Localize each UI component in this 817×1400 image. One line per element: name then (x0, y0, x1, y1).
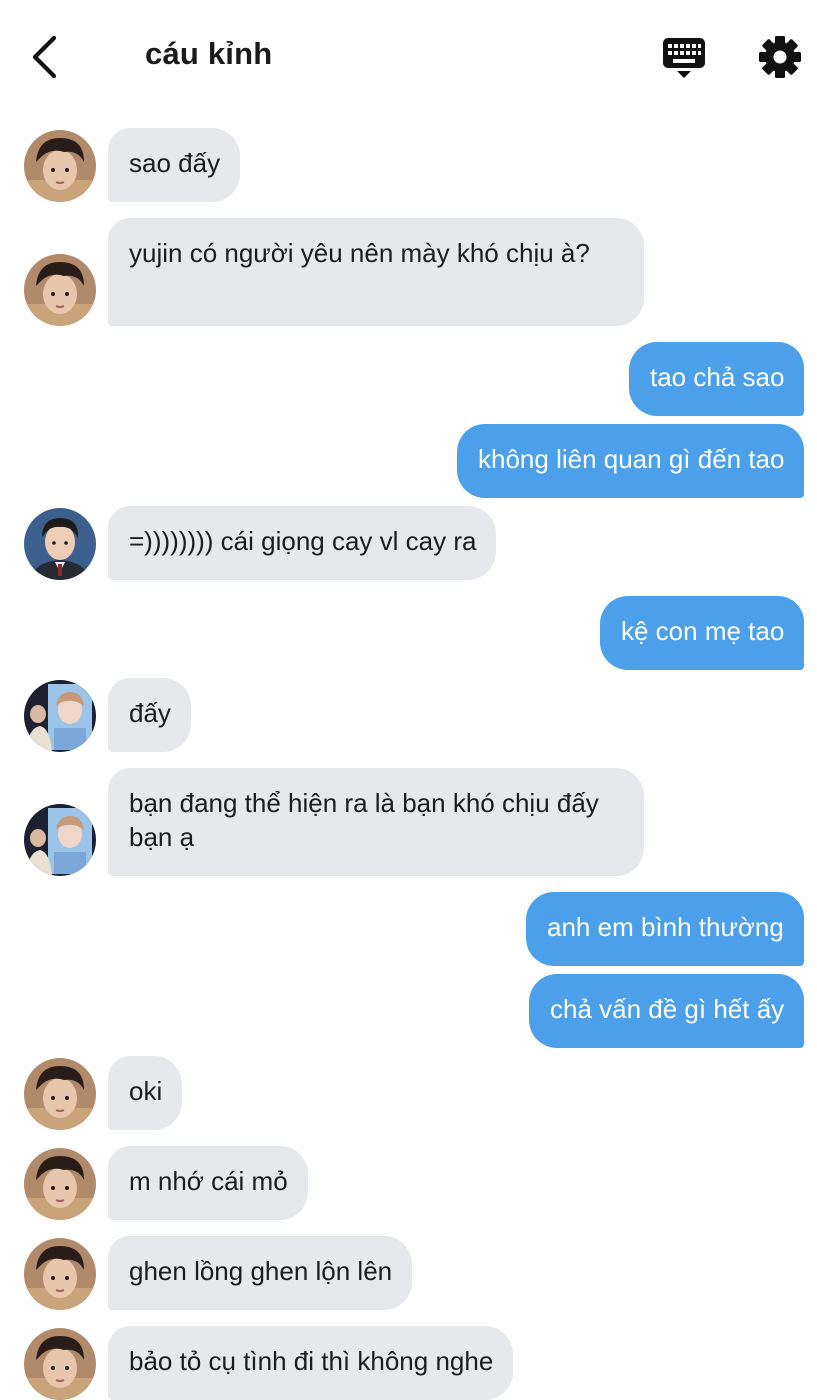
message-list[interactable]: sao đấy yujin có người yêu nên mày khó c… (0, 0, 817, 1400)
sender-avatar[interactable] (24, 1058, 96, 1130)
sender-avatar[interactable] (24, 508, 96, 580)
avatar-boy-icon (24, 1058, 96, 1130)
message-bubble-incoming[interactable]: bảo tỏ cụ tình đi thì không nghe (108, 1326, 514, 1400)
sender-avatar[interactable] (24, 130, 96, 202)
sender-avatar[interactable] (24, 254, 96, 326)
sender-avatar[interactable] (24, 1238, 96, 1310)
message-bubble-incoming[interactable]: sao đấy (108, 128, 241, 202)
message-bubble-outgoing[interactable]: kệ con mẹ tao (600, 596, 805, 670)
message-bubble-outgoing[interactable]: tao chả sao (629, 342, 805, 416)
message-bubble-incoming[interactable]: yujin có người yêu nên mày khó chịu à? (108, 218, 644, 326)
sender-avatar[interactable] (24, 1148, 96, 1220)
message-bubble-incoming[interactable]: oki (108, 1056, 183, 1130)
avatar-boy-icon (24, 254, 96, 326)
avatar-poster-icon (24, 804, 96, 876)
avatar-boy-suit-icon (24, 508, 96, 580)
sender-avatar[interactable] (24, 804, 96, 876)
message-bubble-incoming[interactable]: bạn đang thể hiện ra là bạn khó chịu đấy… (108, 768, 644, 876)
message-bubble-incoming[interactable]: đấy (108, 678, 191, 752)
message-bubble-outgoing[interactable]: anh em bình thường (526, 892, 804, 966)
avatar-boy-icon (24, 130, 96, 202)
sender-avatar[interactable] (24, 1328, 96, 1400)
message-bubble-outgoing[interactable]: không liên quan gì đến tao (457, 424, 805, 498)
avatar-boy-icon (24, 1328, 96, 1400)
message-bubble-outgoing[interactable]: chả vấn đề gì hết ấy (529, 974, 805, 1048)
message-bubble-incoming[interactable]: m nhớ cái mỏ (108, 1146, 308, 1220)
message-bubble-incoming[interactable]: =)))))))) cái giọng cay vl cay ra (108, 506, 497, 580)
avatar-boy-icon (24, 1238, 96, 1310)
avatar-boy-icon (24, 1148, 96, 1220)
message-bubble-incoming[interactable]: ghen lồng ghen lộn lên (108, 1236, 413, 1310)
avatar-poster-icon (24, 680, 96, 752)
sender-avatar[interactable] (24, 680, 96, 752)
